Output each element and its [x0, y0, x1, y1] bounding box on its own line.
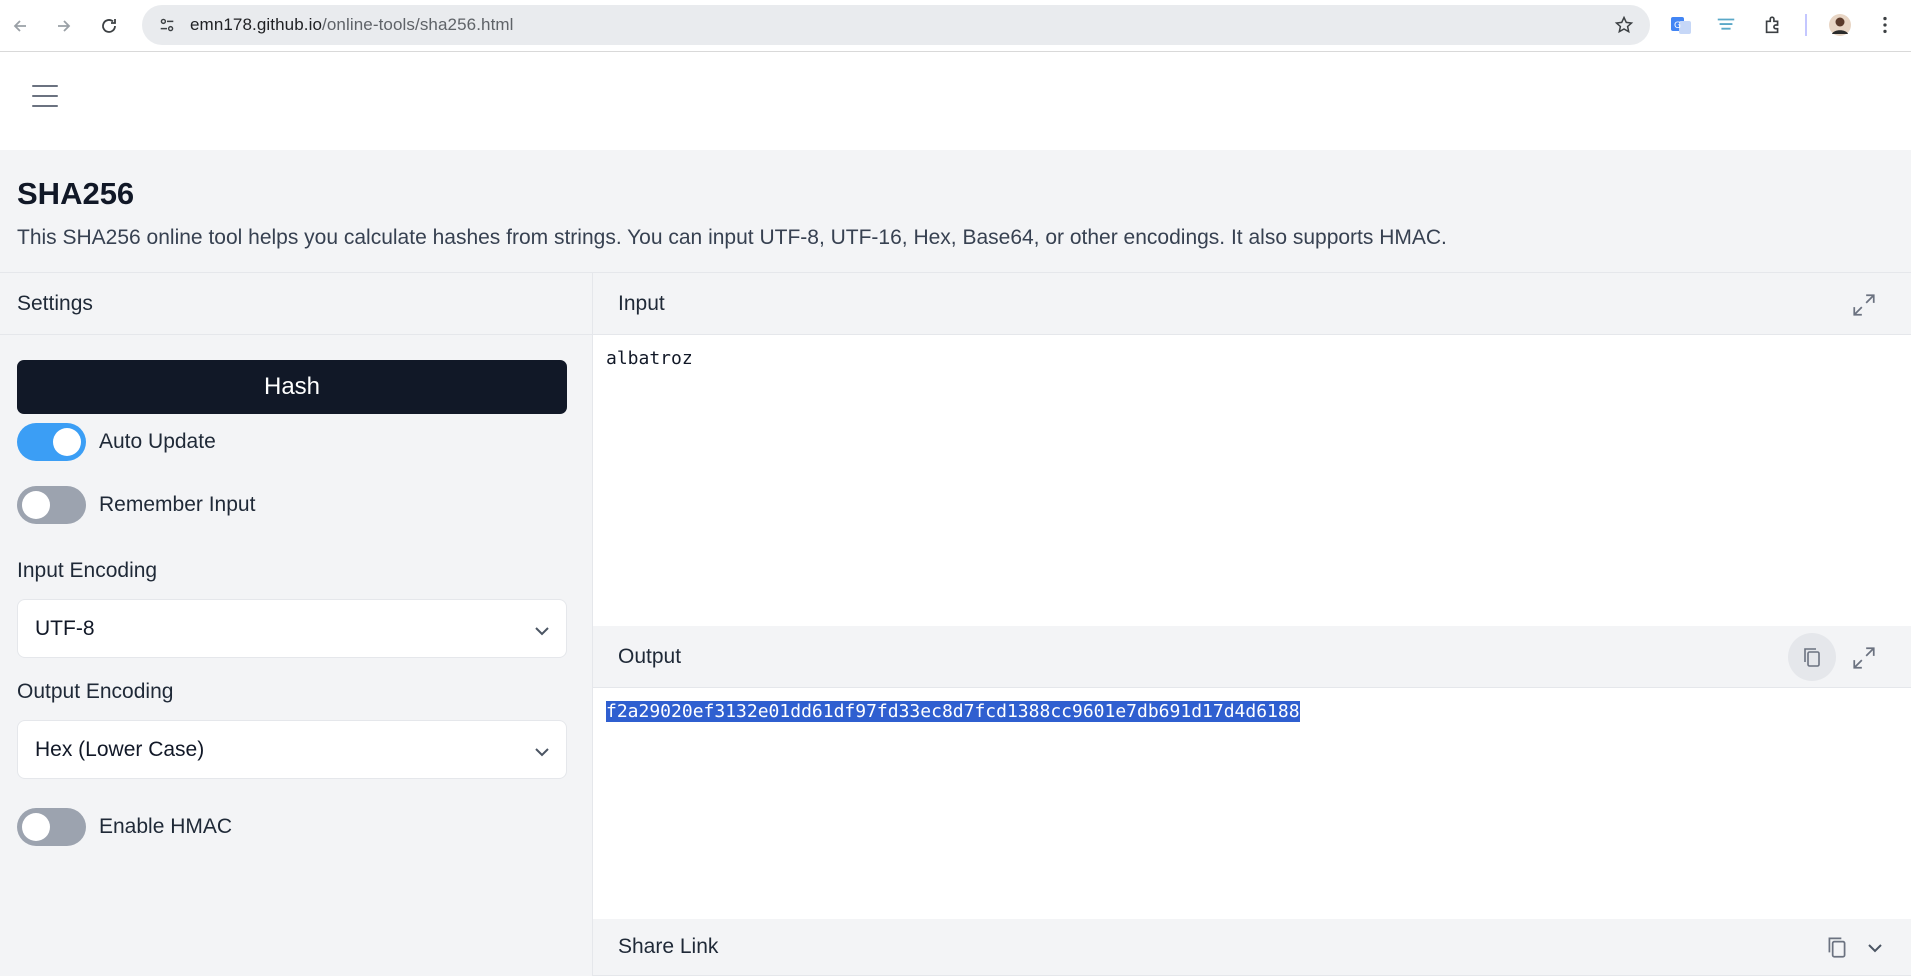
chevron-down-icon: [535, 748, 549, 757]
auto-update-label: Auto Update: [99, 430, 216, 453]
remember-input-row: Remember Input: [17, 486, 255, 524]
expand-icon[interactable]: [1848, 289, 1880, 321]
remember-input-label: Remember Input: [99, 493, 256, 516]
input-textarea[interactable]: albatroz: [593, 335, 1911, 626]
output-encoding-select[interactable]: Hex (Lower Case): [17, 720, 567, 779]
output-header-label: Output: [618, 644, 682, 668]
enable-hmac-toggle[interactable]: [17, 808, 86, 846]
reader-extension-icon[interactable]: [1709, 8, 1743, 42]
tool-body: Settings Hash Auto Update Remember Input…: [0, 273, 1911, 976]
share-link-label: Share Link: [618, 935, 719, 958]
output-header: Output: [593, 626, 1911, 688]
page-title: SHA256: [17, 176, 135, 211]
input-value: albatroz: [606, 348, 693, 369]
site-header: [0, 52, 1911, 150]
output-value: f2a29020ef3132e01dd61df97fd33ec8d7fcd138…: [606, 701, 1300, 722]
url-path: /online-tools/sha256.html: [322, 15, 514, 34]
output-textarea[interactable]: f2a29020ef3132e01dd61df97fd33ec8d7fcd138…: [593, 688, 1911, 919]
remember-input-toggle[interactable]: [17, 486, 86, 524]
auto-update-toggle[interactable]: [17, 423, 86, 461]
forward-icon[interactable]: [46, 8, 82, 44]
copy-link-icon[interactable]: [1821, 931, 1853, 963]
input-encoding-select[interactable]: UTF-8: [17, 599, 567, 658]
output-encoding-label: Output Encoding: [17, 680, 174, 703]
back-icon[interactable]: [2, 8, 38, 44]
hamburger-menu-icon[interactable]: [32, 85, 58, 107]
toolbar-divider: [1805, 14, 1807, 36]
page-description: This SHA256 online tool helps you calcul…: [17, 226, 1447, 249]
auto-update-row: Auto Update: [17, 423, 216, 461]
share-link-header: Share Link: [593, 919, 1911, 976]
settings-panel: Settings Hash Auto Update Remember Input…: [0, 273, 592, 976]
extensions-puzzle-icon[interactable]: [1756, 8, 1790, 42]
input-header-label: Input: [618, 291, 665, 315]
chevron-down-icon: [535, 627, 549, 636]
input-encoding-value: UTF-8: [35, 616, 95, 640]
bookmark-star-icon[interactable]: [1612, 13, 1636, 37]
hash-button[interactable]: Hash: [17, 360, 567, 414]
copy-icon[interactable]: [1788, 633, 1836, 681]
svg-text:G: G: [1674, 21, 1681, 31]
io-panel: Input albatroz Output f2a29020ef3132e01d…: [592, 273, 1911, 976]
input-header: Input: [593, 273, 1911, 335]
reload-icon[interactable]: [91, 8, 127, 44]
url-host: emn178.github.io: [190, 15, 323, 34]
chevron-down-icon[interactable]: [1859, 931, 1891, 963]
input-encoding-label: Input Encoding: [17, 559, 158, 582]
url-text: emn178.github.io/online-tools/sha256.htm…: [190, 15, 514, 35]
browser-toolbar: emn178.github.io/online-tools/sha256.htm…: [0, 0, 1911, 52]
page-intro: SHA256 This SHA256 online tool helps you…: [0, 150, 1911, 273]
translate-extension-icon[interactable]: G: [1664, 8, 1698, 42]
profile-avatar[interactable]: [1823, 8, 1857, 42]
address-bar[interactable]: emn178.github.io/online-tools/sha256.htm…: [142, 5, 1650, 45]
browser-menu-icon[interactable]: [1868, 8, 1902, 42]
expand-icon[interactable]: [1848, 642, 1880, 674]
output-encoding-value: Hex (Lower Case): [35, 737, 205, 761]
settings-header: Settings: [0, 273, 592, 335]
enable-hmac-label: Enable HMAC: [99, 815, 233, 838]
enable-hmac-row: Enable HMAC: [17, 808, 232, 846]
site-info-icon[interactable]: [156, 14, 178, 36]
